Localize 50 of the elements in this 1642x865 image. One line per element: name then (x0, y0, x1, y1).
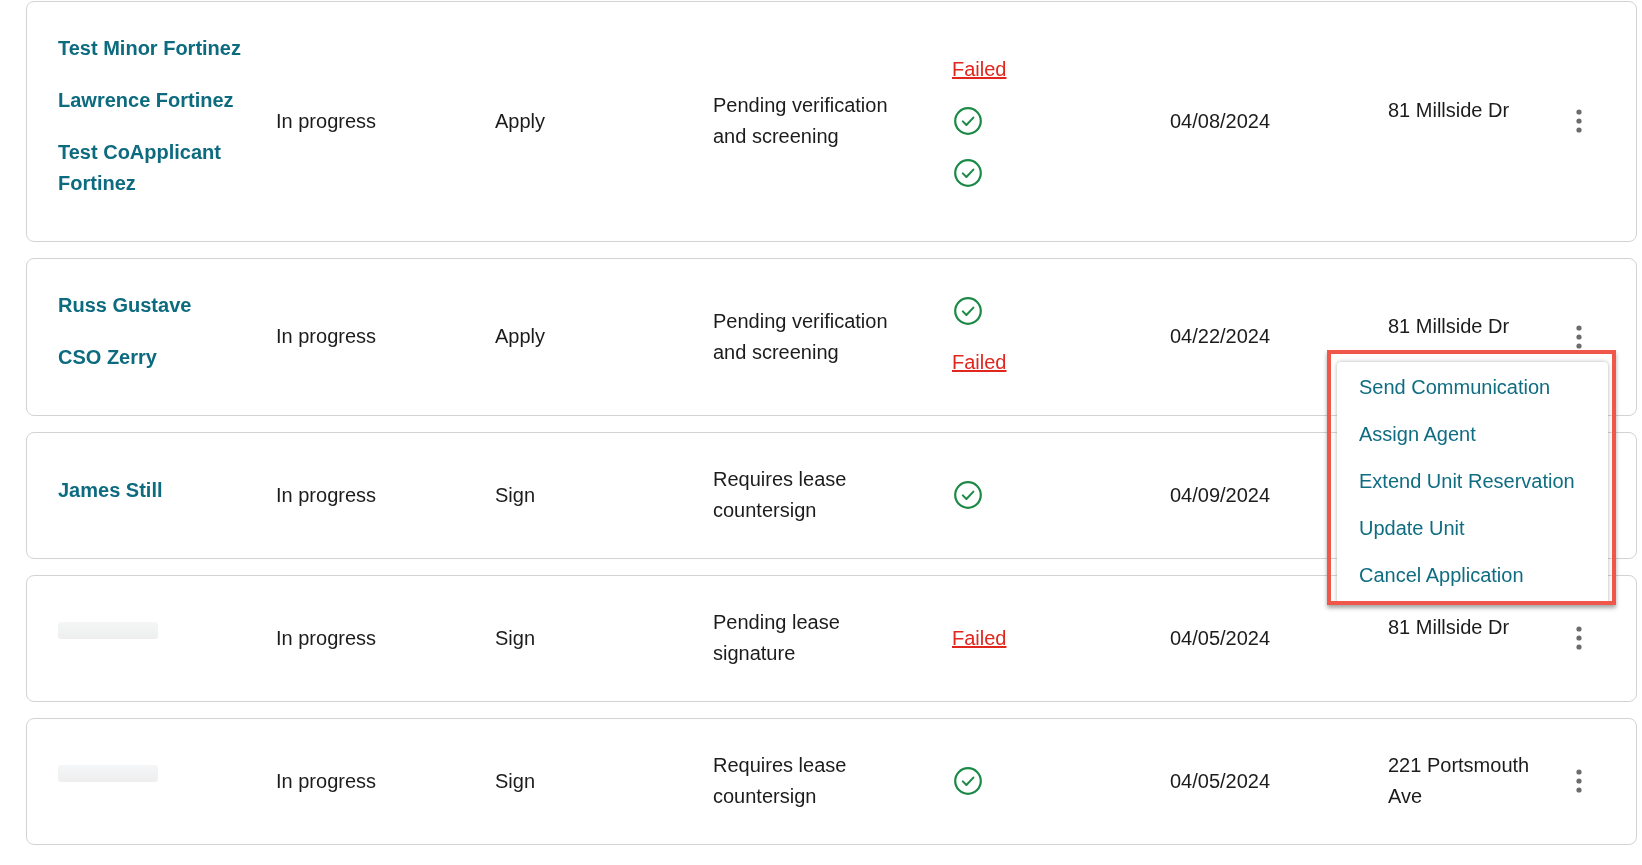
address-text: 81 Millside Dr (1388, 98, 1510, 123)
step-text: Sign (495, 482, 537, 508)
applicant-link[interactable]: CSO Zerry (58, 342, 157, 373)
check-circle-icon (954, 296, 982, 325)
applicant-link[interactable]: Test Minor Fortinez (58, 33, 241, 64)
description-text: Requires lease countersign (713, 753, 848, 809)
failed-link[interactable]: Failed (952, 347, 1007, 378)
vertical-dots-icon (1576, 324, 1582, 349)
status-text: In progress (276, 324, 378, 349)
status-text: In progress (276, 625, 378, 651)
description-text: Pending verification and screening (713, 93, 889, 149)
vertical-dots-icon (1576, 109, 1582, 133)
step-text: Sign (495, 768, 537, 794)
address-text: 221 Portsmouth Ave (1388, 753, 1531, 809)
menu-item[interactable]: Assign Agent (1359, 419, 1476, 450)
menu-item[interactable]: Extend Unit Reservation (1359, 466, 1575, 497)
failed-link[interactable]: Failed (952, 53, 1007, 85)
more-options-button[interactable] (1576, 626, 1582, 650)
date-text: 04/05/2024 (1170, 625, 1272, 651)
check-circle-icon (954, 767, 982, 795)
status-text: In progress (276, 768, 378, 794)
vertical-dots-icon (1576, 626, 1582, 650)
status-text: In progress (276, 482, 378, 508)
date-text: 04/08/2024 (1170, 108, 1272, 134)
failed-link[interactable]: Failed (952, 622, 1007, 654)
more-options-button[interactable] (1576, 324, 1582, 349)
check-circle-icon (954, 107, 982, 135)
address-text: 81 Millside Dr (1388, 313, 1510, 339)
step-text: Apply (495, 324, 547, 349)
address-text: 81 Millside Dr (1388, 615, 1510, 640)
description-text: Requires lease countersign (713, 467, 848, 523)
applicant-link[interactable]: Lawrence Fortinez (58, 85, 234, 116)
more-options-button[interactable] (1576, 769, 1582, 793)
applicant-link[interactable]: James Still (58, 474, 163, 506)
applicant-link[interactable]: Russ Gustave (58, 290, 192, 321)
status-text: In progress (276, 108, 378, 134)
description-text: Pending lease signature (713, 610, 841, 666)
more-options-button[interactable] (1576, 109, 1582, 133)
date-text: 04/22/2024 (1170, 324, 1272, 349)
applicant-link[interactable]: Test CoApplicant Fortinez (58, 137, 256, 199)
check-circle-icon (954, 481, 982, 509)
vertical-dots-icon (1576, 769, 1582, 793)
date-text: 04/05/2024 (1170, 768, 1272, 794)
description-text: Pending verification and screening (713, 308, 889, 365)
check-circle-icon (954, 159, 982, 187)
menu-item[interactable]: Update Unit (1359, 513, 1465, 544)
step-text: Apply (495, 108, 547, 134)
menu-item[interactable]: Send Communication (1359, 372, 1551, 403)
step-text: Sign (495, 625, 537, 651)
menu-item[interactable]: Cancel Application (1359, 560, 1524, 591)
